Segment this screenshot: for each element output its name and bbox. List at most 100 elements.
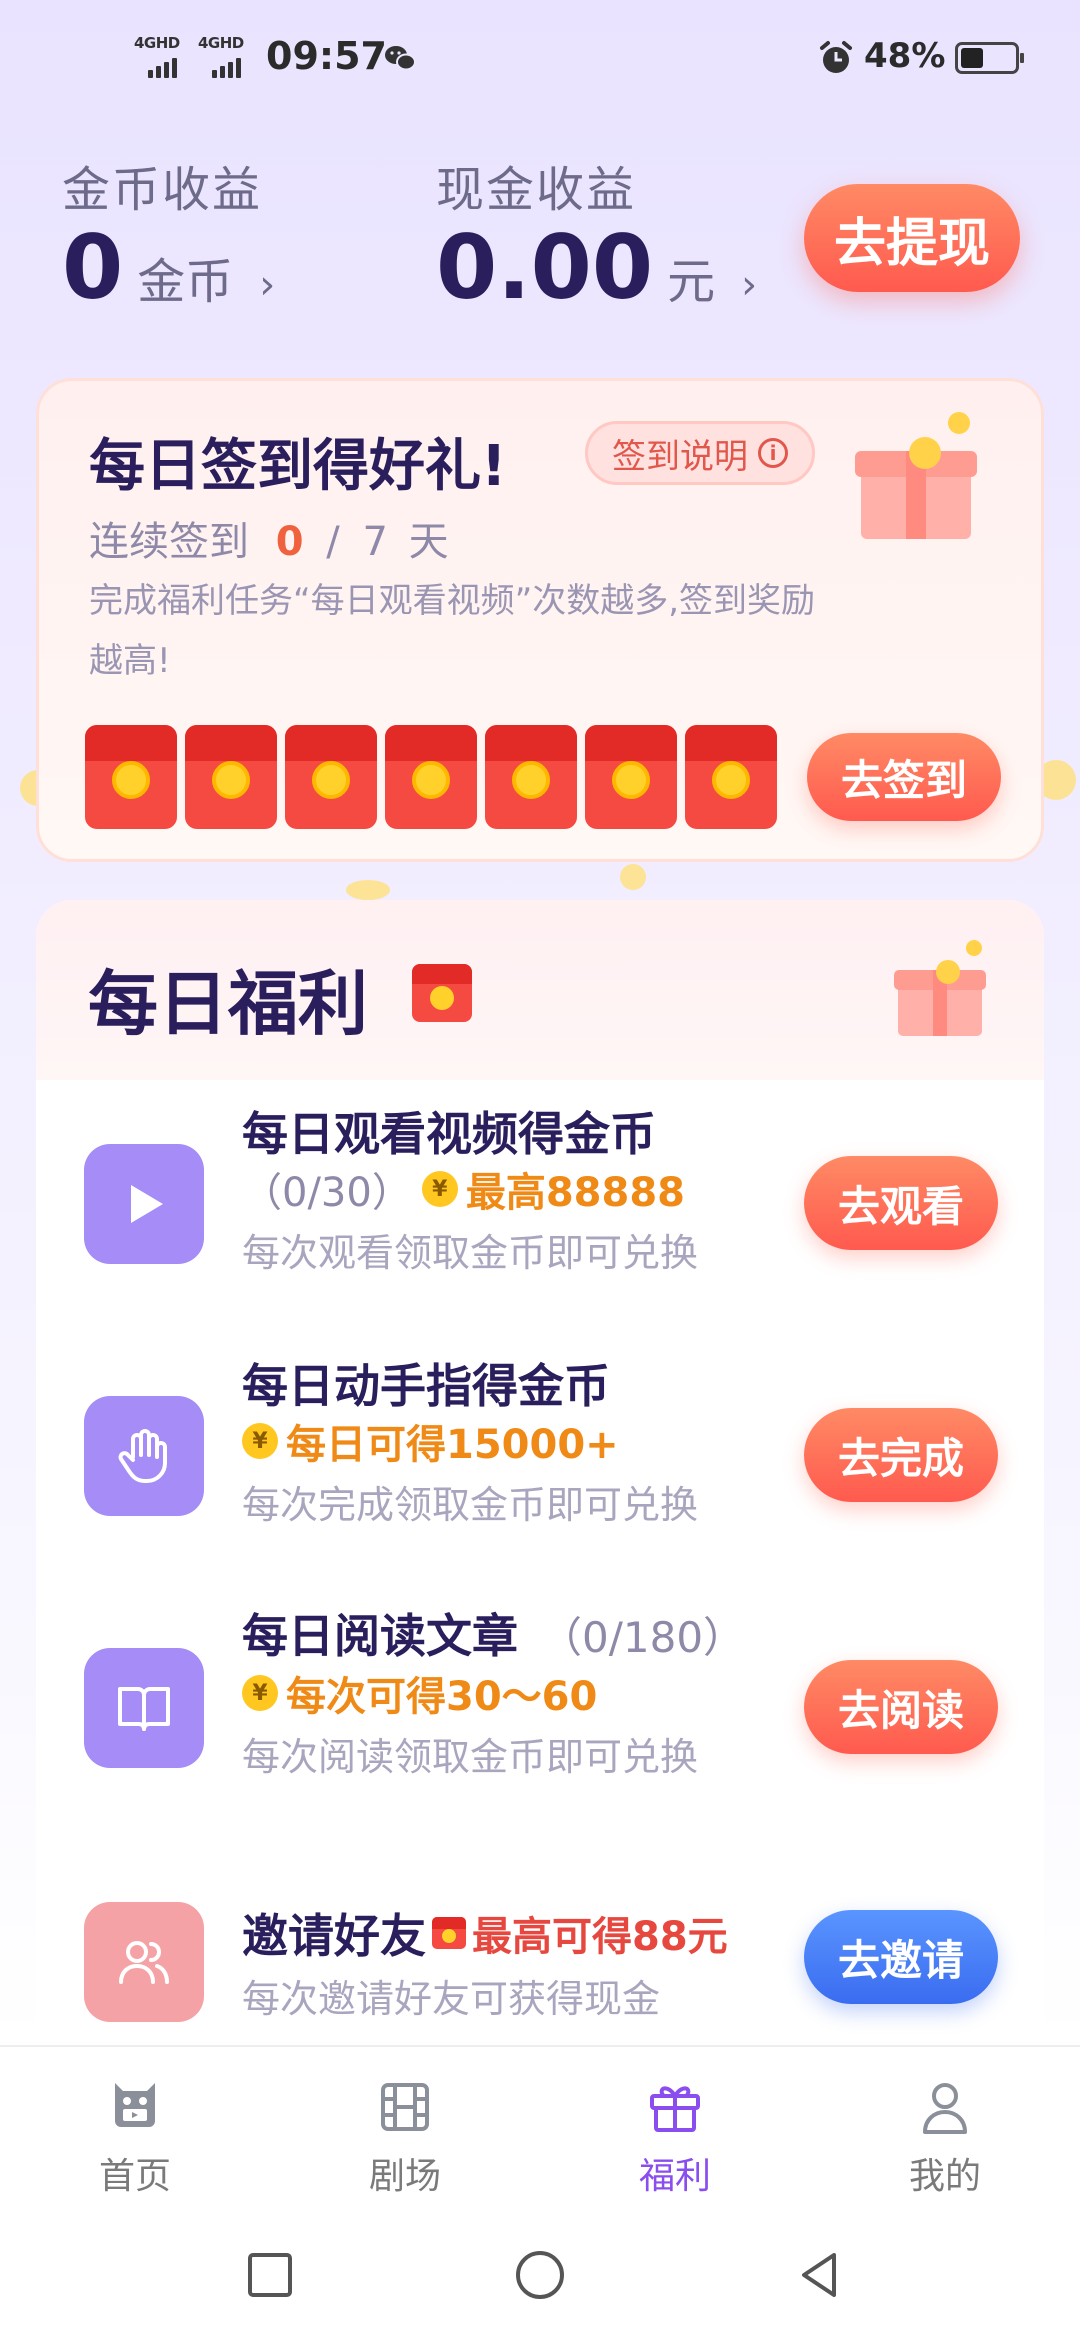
task-progress: （0/30） bbox=[242, 1170, 412, 1216]
red-envelope-day-6 bbox=[585, 725, 677, 829]
watch-button[interactable]: 去观看 bbox=[804, 1156, 998, 1250]
network-type-label: 4GHD bbox=[198, 34, 244, 52]
nav-item-theater[interactable]: 剧场 bbox=[270, 2047, 540, 2215]
task-reward-text: 每次可得30～60 bbox=[286, 1674, 598, 1720]
withdraw-button[interactable]: 去提现 bbox=[804, 184, 1020, 292]
welfare-title: 每日福利 bbox=[88, 963, 368, 1045]
nav-label: 剧场 bbox=[368, 2156, 441, 2197]
coin-earnings-value[interactable]: 0 金币 › bbox=[62, 224, 275, 312]
welfare-header: 每日福利 bbox=[36, 900, 1044, 1080]
users-icon bbox=[84, 1902, 204, 2022]
task-title: 每日观看视频得金币 bbox=[242, 1107, 656, 1161]
nav-item-home[interactable]: 首页 bbox=[0, 2047, 270, 2215]
task-title: 每日阅读文章 （0/180） bbox=[242, 1600, 745, 1666]
nav-label: 我的 bbox=[908, 2156, 981, 2197]
red-envelope-day-4 bbox=[385, 725, 477, 829]
task-subtitle: 每次邀请好友可获得现金 bbox=[242, 1977, 661, 2021]
battery-icon bbox=[955, 42, 1024, 74]
signin-help-button[interactable]: 签到说明 i bbox=[585, 421, 815, 485]
red-envelope-icon bbox=[432, 1917, 466, 1949]
system-navigation-bar bbox=[0, 2215, 1080, 2340]
red-envelope-day-2 bbox=[185, 725, 277, 829]
bottom-navigation: 首页 剧场 福利 我的 bbox=[0, 2045, 1080, 2215]
gift-box-icon bbox=[894, 940, 986, 1036]
signin-description: 完成福利任务“每日观看视频”次数越多,签到奖励越高! bbox=[89, 581, 816, 681]
task-read-article: 每日阅读文章 （0/180） ¥ 每次可得30～60 每次阅读领取金币即可兑换 … bbox=[36, 1600, 1044, 1800]
task-finger-action: 每日动手指得金币 ¥ 每日可得15000+ 每次完成领取金币即可兑换 去完成 bbox=[36, 1350, 1044, 1550]
cash-earnings-label: 现金收益 bbox=[436, 162, 637, 218]
cash-amount: 0.00 bbox=[436, 216, 654, 319]
streak-separator: / bbox=[326, 519, 340, 565]
task-title: 每日动手指得金币 bbox=[242, 1359, 610, 1413]
invite-button[interactable]: 去邀请 bbox=[804, 1910, 998, 2004]
book-icon bbox=[84, 1648, 204, 1768]
red-envelope-day-5 bbox=[485, 725, 577, 829]
chevron-right-icon: › bbox=[741, 262, 758, 308]
task-title: 邀请好友 最高可得88元 bbox=[242, 1900, 728, 1966]
coin-icon: ¥ bbox=[421, 1171, 458, 1207]
task-reward-text: 最高可得88元 bbox=[472, 1914, 728, 1960]
gift-icon bbox=[643, 2075, 707, 2139]
play-icon bbox=[84, 1144, 204, 1264]
info-icon: i bbox=[758, 438, 788, 468]
decorative-coin bbox=[620, 864, 646, 890]
task-reward-text: 每日可得15000+ bbox=[286, 1422, 619, 1468]
signin-card: 每日签到得好礼! 签到说明 i 连续签到 0 / 7 天 完成福利任务“每日观看… bbox=[36, 378, 1044, 862]
task-title-text: 邀请好友 bbox=[242, 1909, 426, 1963]
coin-icon: ¥ bbox=[242, 1423, 278, 1459]
task-reward: （0/30） ¥ 最高88888 bbox=[242, 1160, 685, 1218]
task-reward: ¥ 每日可得15000+ bbox=[242, 1412, 619, 1470]
streak-total: 7 bbox=[362, 519, 388, 565]
status-bar: 4GHD 4GHD 09:57 48% bbox=[0, 0, 1080, 120]
task-subtitle: 每次完成领取金币即可兑换 bbox=[242, 1483, 699, 1527]
signin-streak: 连续签到 0 / 7 天 bbox=[89, 509, 449, 567]
red-envelope-day-7 bbox=[685, 725, 777, 829]
task-subtitle: 每次观看领取金币即可兑换 bbox=[242, 1231, 699, 1275]
alarm-icon bbox=[820, 41, 852, 73]
nav-item-mine[interactable]: 我的 bbox=[810, 2047, 1080, 2215]
signin-envelopes bbox=[85, 725, 777, 829]
signin-help-label: 签到说明 bbox=[612, 436, 748, 477]
streak-prefix: 连续签到 bbox=[89, 519, 249, 565]
red-envelope-day-3 bbox=[285, 725, 377, 829]
cash-unit: 元 bbox=[667, 254, 716, 310]
hand-icon bbox=[84, 1396, 204, 1516]
task-watch-video: 每日观看视频得金币 （0/30） ¥ 最高88888 每次观看领取金币即可兑换 … bbox=[36, 1098, 1044, 1298]
task-subtitle: 每次阅读领取金币即可兑换 bbox=[242, 1735, 699, 1779]
task-progress: （0/180） bbox=[540, 1613, 746, 1662]
person-icon bbox=[913, 2075, 977, 2139]
streak-current: 0 bbox=[275, 519, 304, 565]
red-envelope-icon bbox=[412, 964, 472, 1022]
back-triangle-icon[interactable] bbox=[790, 2245, 850, 2305]
battery-percentage: 48% bbox=[864, 36, 946, 76]
coin-earnings-label: 金币收益 bbox=[62, 162, 263, 218]
wechat-icon bbox=[385, 46, 416, 71]
clock: 09:57 bbox=[266, 34, 387, 78]
coin-icon: ¥ bbox=[242, 1675, 278, 1711]
task-title-text: 每日阅读文章 bbox=[242, 1609, 518, 1663]
task-reward-text: 最高88888 bbox=[465, 1170, 685, 1216]
cash-earnings-value[interactable]: 0.00 元 › bbox=[436, 224, 757, 312]
task-reward: ¥ 每次可得30～60 bbox=[242, 1664, 597, 1722]
signin-title: 每日签到得好礼! bbox=[89, 434, 507, 499]
task-invite-friends: 邀请好友 最高可得88元 每次邀请好友可获得现金 去邀请 bbox=[36, 1850, 1044, 2045]
gift-box-icon bbox=[855, 412, 977, 539]
nav-label: 福利 bbox=[638, 2156, 711, 2197]
nav-item-welfare[interactable]: 福利 bbox=[540, 2047, 810, 2215]
signin-button[interactable]: 去签到 bbox=[807, 733, 1001, 821]
nav-label: 首页 bbox=[98, 2156, 171, 2197]
recent-apps-icon[interactable] bbox=[240, 2245, 300, 2305]
coin-unit: 金币 bbox=[137, 254, 234, 310]
complete-button[interactable]: 去完成 bbox=[804, 1408, 998, 1502]
home-circle-icon[interactable] bbox=[510, 2245, 570, 2305]
chevron-right-icon: › bbox=[259, 262, 276, 308]
coin-amount: 0 bbox=[62, 216, 124, 319]
decorative-coin bbox=[346, 880, 390, 900]
cellular-signal-icon: 4GHD bbox=[198, 34, 254, 78]
film-icon bbox=[373, 2075, 437, 2139]
red-envelope-day-1 bbox=[85, 725, 177, 829]
daily-welfare-section: 每日福利 每日观看视频得金币 （0/30） ¥ 最高88888 每次观看领取金币… bbox=[36, 900, 1044, 2045]
cellular-signal-icon: 4GHD bbox=[134, 34, 190, 78]
streak-unit: 天 bbox=[408, 519, 449, 565]
read-button[interactable]: 去阅读 bbox=[804, 1660, 998, 1754]
